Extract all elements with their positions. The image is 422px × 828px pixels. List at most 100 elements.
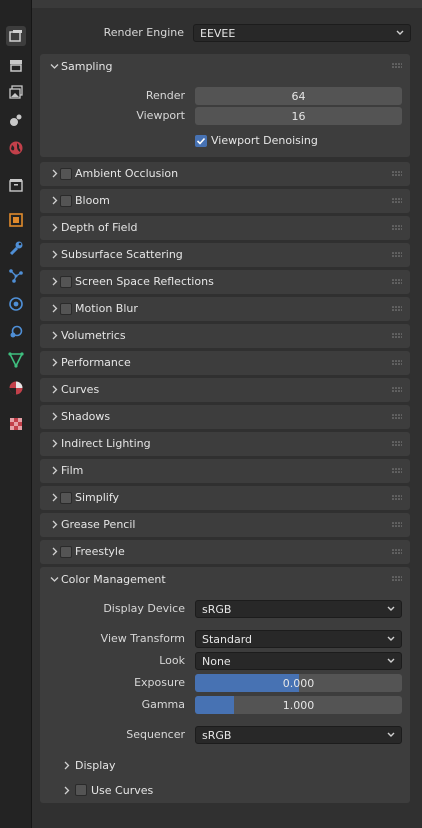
chevron-right-icon: [52, 385, 58, 394]
scene-header-strip: [32, 0, 422, 8]
sequencer-value: sRGB: [202, 728, 232, 742]
collapsed-panel[interactable]: Curves: [40, 378, 410, 402]
panel-enable-checkbox[interactable]: [60, 276, 72, 288]
drag-grip-icon[interactable]: [392, 171, 402, 177]
drag-grip-icon[interactable]: [392, 279, 402, 285]
collapsed-panel[interactable]: Simplify: [40, 486, 410, 510]
collapsed-panel[interactable]: Depth of Field: [40, 216, 410, 240]
chevron-right-icon: [52, 466, 58, 475]
chevron-right-icon: [52, 331, 58, 340]
collapsed-panel[interactable]: Performance: [40, 351, 410, 375]
color-management-panel: Color Management Display Device sRGB Vie…: [40, 567, 410, 803]
collapsed-panel[interactable]: Shadows: [40, 405, 410, 429]
sampling-header[interactable]: Sampling: [40, 54, 410, 79]
texture-icon[interactable]: [6, 414, 26, 434]
constraints-icon[interactable]: [6, 322, 26, 342]
panel-enable-checkbox[interactable]: [60, 303, 72, 315]
use-curves-checkbox[interactable]: [75, 784, 87, 796]
tool-icon[interactable]: [6, 0, 26, 8]
drag-grip-icon[interactable]: [392, 522, 402, 528]
drag-grip-icon[interactable]: [392, 198, 402, 204]
color-management-title: Color Management: [61, 573, 166, 586]
view-transform-label: View Transform: [100, 632, 185, 645]
panel-title: Depth of Field: [61, 221, 138, 234]
collapsed-panel[interactable]: Freestyle: [40, 540, 410, 564]
panel-title: Shadows: [61, 410, 111, 423]
panel-title: Indirect Lighting: [61, 437, 151, 450]
gamma-label: Gamma: [141, 698, 185, 711]
collapsed-panel[interactable]: Ambient Occlusion: [40, 162, 410, 186]
panel-enable-checkbox[interactable]: [60, 195, 72, 207]
render-engine-label: Render Engine: [103, 26, 184, 39]
display-device-dropdown[interactable]: sRGB: [195, 600, 402, 618]
panel-enable-checkbox[interactable]: [60, 492, 72, 504]
gamma-slider-fill: [195, 696, 235, 714]
exposure-slider[interactable]: 0.000: [195, 674, 402, 692]
drag-grip-icon[interactable]: [392, 576, 402, 582]
view-layer-icon[interactable]: [6, 82, 26, 102]
panel-title: Volumetrics: [61, 329, 126, 342]
render-samples-field[interactable]: 64: [195, 87, 402, 105]
collapsed-panel[interactable]: Grease Pencil: [40, 513, 410, 537]
render-engine-dropdown[interactable]: EEVEE: [193, 24, 411, 42]
particles-icon[interactable]: [6, 266, 26, 286]
drag-grip-icon[interactable]: [392, 63, 402, 69]
chevron-right-icon: [52, 358, 58, 367]
use-curves-subpanel-header[interactable]: Use Curves: [56, 778, 402, 802]
sequencer-dropdown[interactable]: sRGB: [195, 726, 402, 744]
chevron-down-icon: [396, 30, 404, 35]
collapsed-panel[interactable]: Bloom: [40, 189, 410, 213]
collapsed-panel[interactable]: Motion Blur: [40, 297, 410, 321]
collapsed-panel[interactable]: Film: [40, 459, 410, 483]
drag-grip-icon[interactable]: [392, 468, 402, 474]
collapsed-panel[interactable]: Volumetrics: [40, 324, 410, 348]
collapsed-panel[interactable]: Indirect Lighting: [40, 432, 410, 456]
drag-grip-icon[interactable]: [392, 252, 402, 258]
chevron-down-icon: [387, 732, 395, 737]
display-subpanel-header[interactable]: Display: [56, 753, 402, 777]
drag-grip-icon[interactable]: [392, 360, 402, 366]
viewport-denoising-checkbox[interactable]: [195, 135, 207, 147]
world-icon[interactable]: [6, 138, 26, 158]
drag-grip-icon[interactable]: [392, 441, 402, 447]
gamma-slider[interactable]: 1.000: [195, 696, 402, 714]
output-icon[interactable]: [6, 55, 26, 75]
chevron-right-icon: [52, 547, 58, 556]
panel-enable-checkbox[interactable]: [60, 168, 72, 180]
color-management-header[interactable]: Color Management: [40, 567, 410, 592]
chevron-right-icon: [52, 439, 58, 448]
panel-title: Motion Blur: [75, 302, 138, 315]
scene-icon[interactable]: [6, 110, 26, 130]
drag-grip-icon[interactable]: [392, 495, 402, 501]
collapsed-panel[interactable]: Screen Space Reflections: [40, 270, 410, 294]
sampling-title: Sampling: [61, 60, 113, 73]
look-dropdown[interactable]: None: [195, 652, 402, 670]
panel-enable-checkbox[interactable]: [60, 546, 72, 558]
panel-title: Screen Space Reflections: [75, 275, 214, 288]
drag-grip-icon[interactable]: [392, 387, 402, 393]
collection-icon[interactable]: [6, 175, 26, 195]
panel-title: Performance: [61, 356, 131, 369]
view-transform-dropdown[interactable]: Standard: [195, 630, 402, 648]
look-value: None: [202, 654, 231, 668]
modifier-icon[interactable]: [6, 238, 26, 258]
view-transform-value: Standard: [202, 632, 253, 646]
data-icon[interactable]: [6, 350, 26, 370]
physics-icon[interactable]: [6, 294, 26, 314]
display-device-value: sRGB: [202, 602, 232, 616]
object-icon[interactable]: [6, 210, 26, 230]
sequencer-label: Sequencer: [126, 728, 185, 741]
drag-grip-icon[interactable]: [392, 225, 402, 231]
chevron-right-icon: [52, 520, 58, 529]
drag-grip-icon[interactable]: [392, 549, 402, 555]
drag-grip-icon[interactable]: [392, 414, 402, 420]
drag-grip-icon[interactable]: [392, 333, 402, 339]
properties-tab-bar: [0, 0, 32, 828]
collapsed-panel[interactable]: Subsurface Scattering: [40, 243, 410, 267]
material-icon[interactable]: [6, 378, 26, 398]
drag-grip-icon[interactable]: [392, 306, 402, 312]
viewport-samples-field[interactable]: 16: [195, 107, 402, 125]
render-icon[interactable]: [6, 26, 26, 46]
viewport-samples-label: Viewport: [136, 109, 185, 122]
checkmark-icon: [196, 137, 206, 145]
